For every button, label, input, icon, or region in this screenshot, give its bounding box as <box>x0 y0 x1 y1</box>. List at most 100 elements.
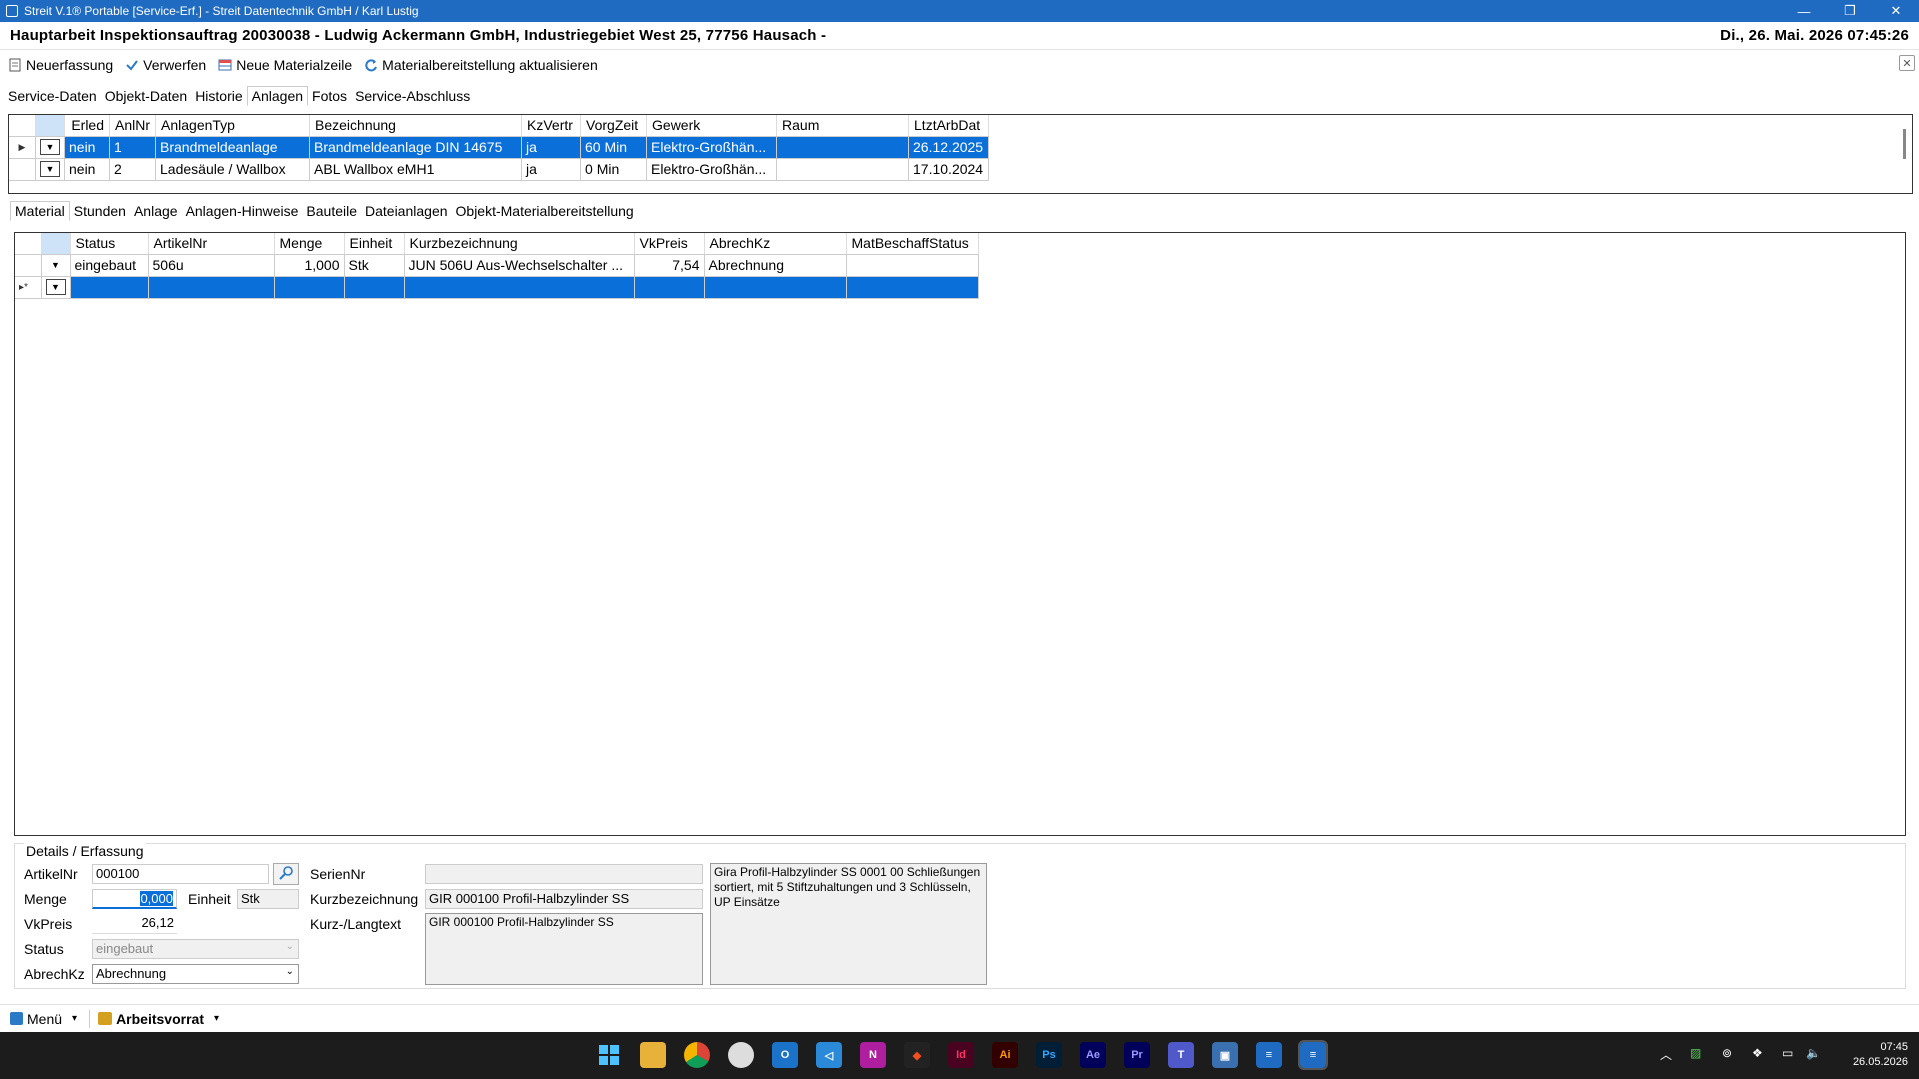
cell-kurzbezeichnung[interactable]: JUN 506U Aus-Wechselschalter ... <box>404 254 635 277</box>
cell-vorgzeit[interactable]: 0 Min <box>580 158 648 181</box>
col-menge[interactable]: Menge <box>274 233 345 255</box>
cell-menge[interactable]: 1,000 <box>274 254 345 277</box>
cell-kzvertr[interactable]: ja <box>521 136 582 159</box>
tab-anlage[interactable]: Anlage <box>130 201 182 221</box>
illustrator-icon[interactable]: Ai <box>992 1042 1018 1068</box>
cell-bezeichnung[interactable]: Brandmeldeanlage DIN 14675 <box>309 136 523 159</box>
arbeitsvorrat-dropdown-icon[interactable]: ▾ <box>214 1013 219 1024</box>
cell-status[interactable]: eingebaut <box>70 254 149 277</box>
col-gewerk[interactable]: Gewerk <box>646 115 778 137</box>
row-dropdown[interactable]: ▼ <box>41 254 71 277</box>
chevron-down-icon[interactable]: ▼ <box>45 279 66 295</box>
tray-clock[interactable]: 07:45 26.05.2026 <box>1838 1040 1908 1070</box>
tray-network-icon[interactable]: ▭ <box>1782 1046 1793 1060</box>
row-dropdown[interactable]: ▼ <box>35 136 65 159</box>
neue-materialzeile-button[interactable]: Neue Materialzeile <box>218 57 352 73</box>
file-explorer-icon[interactable] <box>640 1042 666 1068</box>
col-einheit[interactable]: Einheit <box>344 233 405 255</box>
cell-erled[interactable]: nein <box>64 158 110 181</box>
start-icon[interactable] <box>596 1042 622 1068</box>
cell-kzvertr[interactable]: ja <box>521 158 582 181</box>
tab-historie[interactable]: Historie <box>191 86 246 106</box>
cell-menge[interactable] <box>274 276 345 299</box>
cell-anlnr[interactable]: 1 <box>109 136 157 159</box>
chevron-down-icon[interactable]: ▼ <box>40 161 60 177</box>
premiere-icon[interactable]: Pr <box>1124 1042 1150 1068</box>
abrechkz-select[interactable]: Abrechnung ⌄ <box>92 964 299 984</box>
teams-icon[interactable]: T <box>1168 1042 1194 1068</box>
chevron-down-icon[interactable]: ▼ <box>40 139 60 155</box>
cell-ltztarbdat[interactable]: 17.10.2024 <box>908 158 990 181</box>
cell-vkpreis[interactable]: 7,54 <box>634 254 705 277</box>
streit-app-active-icon[interactable]: ≡ <box>1298 1040 1328 1070</box>
cell-erled[interactable]: nein <box>64 136 110 159</box>
photoshop-icon[interactable]: Ps <box>1036 1042 1062 1068</box>
row-dropdown[interactable]: ▼ <box>35 158 65 181</box>
menu-button[interactable]: Menü <box>27 1011 62 1027</box>
status-select[interactable]: eingebaut ⌄ <box>92 939 299 959</box>
vscode-icon[interactable]: ◁ <box>816 1042 842 1068</box>
cell-einheit[interactable]: Stk <box>344 254 405 277</box>
tab-objekt-materialbereitstellung[interactable]: Objekt-Materialbereitstellung <box>452 201 638 221</box>
neuerfassung-button[interactable]: Neuerfassung <box>8 57 113 73</box>
tab-service-daten[interactable]: Service-Daten <box>4 86 101 106</box>
row-dropdown[interactable]: ▼ <box>41 276 71 299</box>
vertical-scrollbar[interactable] <box>1903 129 1906 159</box>
cell-einheit[interactable] <box>344 276 405 299</box>
cell-ltztarbdat[interactable]: 26.12.2025 <box>908 136 990 159</box>
tray-dropbox-icon[interactable]: ❖ <box>1752 1046 1763 1060</box>
tab-stunden[interactable]: Stunden <box>70 201 130 221</box>
indesign-icon[interactable]: Id <box>948 1042 974 1068</box>
close-button[interactable]: ✕ <box>1873 0 1919 22</box>
col-kurzbezeichnung[interactable]: Kurzbezeichnung <box>404 233 635 255</box>
tray-app-icon[interactable]: ▨ <box>1690 1046 1701 1060</box>
col-kzvertr[interactable]: KzVertr <box>521 115 582 137</box>
cell-artikelnr[interactable] <box>148 276 275 299</box>
cell-status[interactable] <box>70 276 149 299</box>
tab-objekt-daten[interactable]: Objekt-Daten <box>101 86 191 106</box>
cell-matbeschaffstatus[interactable] <box>846 276 979 299</box>
streit-app-icon[interactable]: ≡ <box>1256 1042 1282 1068</box>
figma-icon[interactable]: ◆ <box>904 1042 930 1068</box>
cell-abrechkz[interactable]: Abrechnung <box>704 254 847 277</box>
outlook-icon[interactable]: O <box>772 1042 798 1068</box>
close-tab-button[interactable]: ✕ <box>1899 55 1915 71</box>
cell-kurzbezeichnung[interactable] <box>404 276 635 299</box>
cell-matbeschaffstatus[interactable] <box>846 254 979 277</box>
col-abrechkz[interactable]: AbrechKz <box>704 233 847 255</box>
restore-button[interactable]: ❐ <box>1827 0 1873 22</box>
langtext-field[interactable]: GIR 000100 Profil-Halbzylinder SS <box>425 913 703 985</box>
chrome-icon[interactable] <box>684 1042 710 1068</box>
tab-anlagen-hinweise[interactable]: Anlagen-Hinweise <box>182 201 303 221</box>
col-artikelnr[interactable]: ArtikelNr <box>148 233 275 255</box>
col-anlnr[interactable]: AnlNr <box>109 115 157 137</box>
tab-dateianlagen[interactable]: Dateianlagen <box>361 201 452 221</box>
minimize-button[interactable]: — <box>1781 0 1827 22</box>
cell-bezeichnung[interactable]: ABL Wallbox eMH1 <box>309 158 523 181</box>
col-raum[interactable]: Raum <box>776 115 910 137</box>
cell-raum[interactable] <box>776 158 910 181</box>
col-matbeschaffstatus[interactable]: MatBeschaffStatus <box>846 233 979 255</box>
tab-material[interactable]: Material <box>10 201 70 221</box>
cell-raum[interactable] <box>776 136 910 159</box>
tab-fotos[interactable]: Fotos <box>308 86 351 106</box>
seriennr-field[interactable] <box>425 864 703 884</box>
tab-anlagen[interactable]: Anlagen <box>246 86 309 106</box>
vkpreis-field[interactable]: 26,12 <box>92 914 177 934</box>
cell-gewerk[interactable]: Elektro-Großhän... <box>646 136 778 159</box>
app-icon-globe[interactable] <box>728 1042 754 1068</box>
kurzbezeichnung-field[interactable]: GIR 000100 Profil-Halbzylinder SS <box>425 889 703 909</box>
cell-anlnr[interactable]: 2 <box>109 158 157 181</box>
beschreibung-field[interactable]: Gira Profil-Halbzylinder SS 0001 00 Schl… <box>710 863 987 985</box>
arbeitsvorrat-button[interactable]: Arbeitsvorrat <box>116 1011 204 1027</box>
tray-link-icon[interactable]: ⊚ <box>1722 1046 1732 1060</box>
artikelnr-field[interactable]: 000100 <box>92 864 269 884</box>
menu-dropdown-icon[interactable]: ▾ <box>72 1013 77 1024</box>
col-status[interactable]: Status <box>70 233 149 255</box>
new-table-row[interactable]: ▸* ▼ <box>15 276 979 299</box>
aktualisieren-button[interactable]: Materialbereitstellung aktualisieren <box>364 57 598 73</box>
menge-field[interactable]: 0,000 <box>92 889 177 909</box>
cell-vorgzeit[interactable]: 60 Min <box>580 136 648 159</box>
col-ltztarbdat[interactable]: LtztArbDat <box>908 115 990 137</box>
col-vkpreis[interactable]: VkPreis <box>634 233 705 255</box>
